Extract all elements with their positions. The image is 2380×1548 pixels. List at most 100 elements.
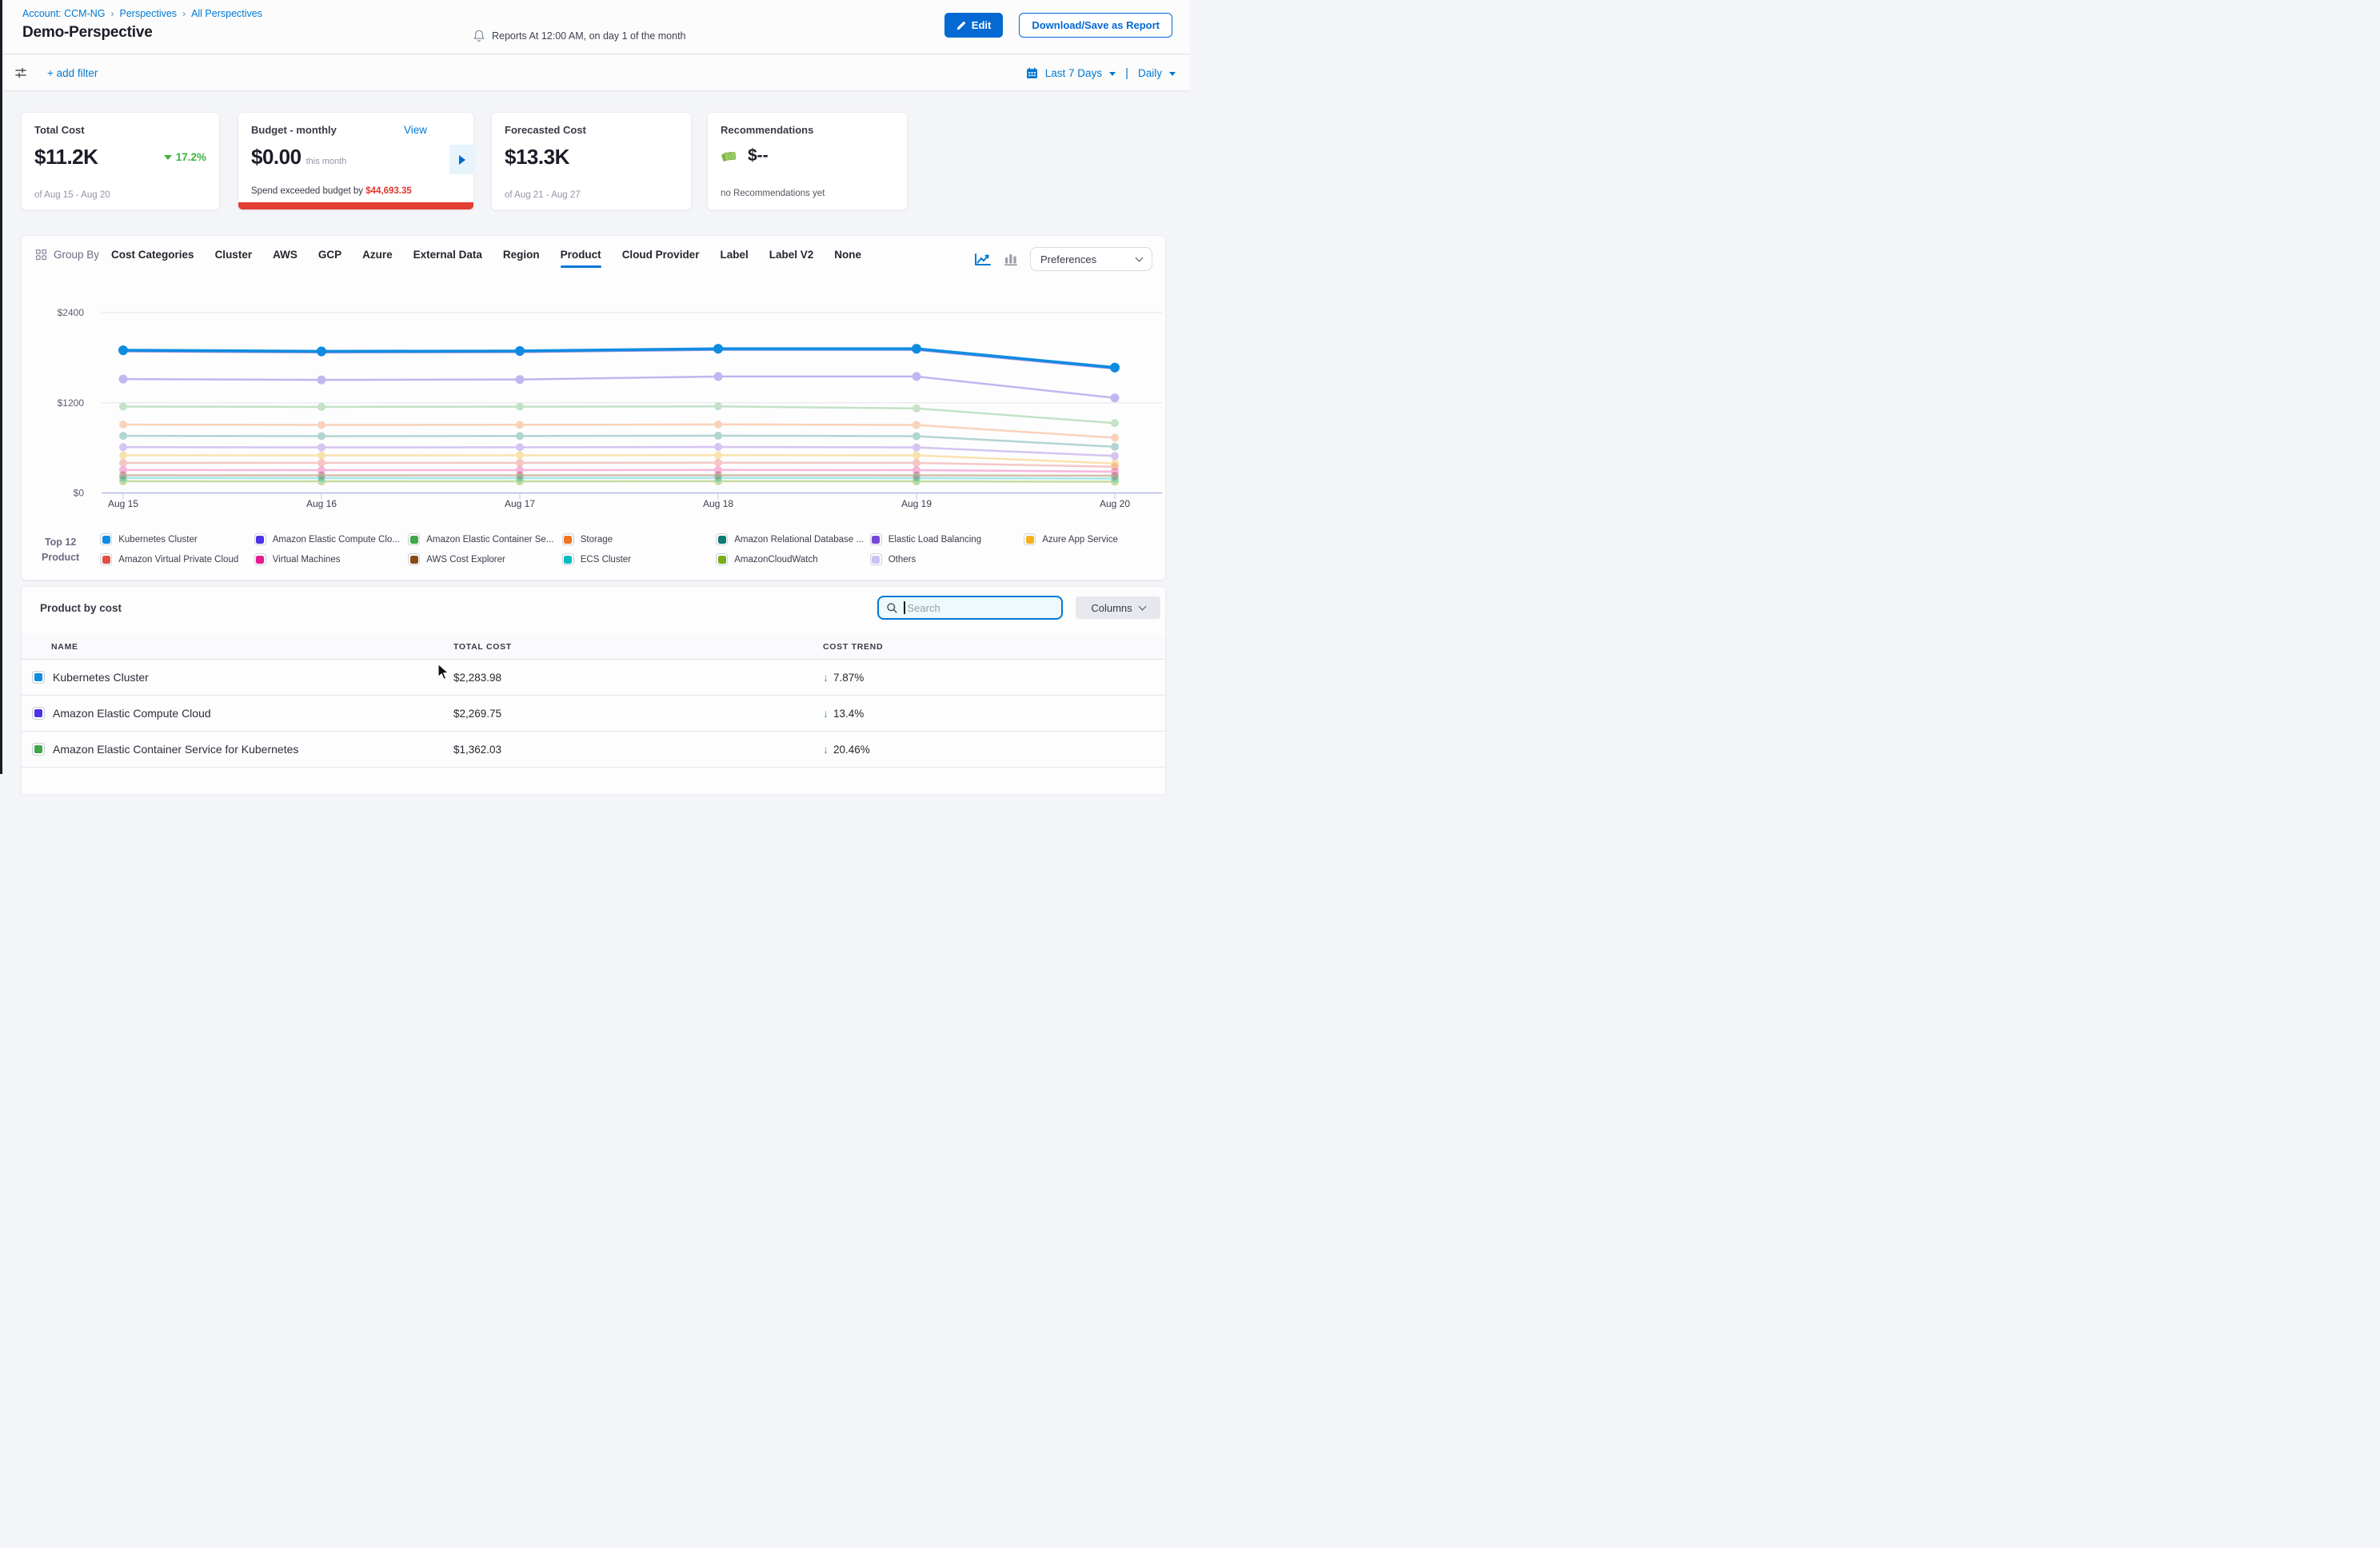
recommendations-card: Recommendations $-- no Recommendations y…	[707, 112, 908, 210]
filter-sliders-icon[interactable]	[14, 66, 27, 79]
legend-item-elastic-load-balancing[interactable]: Elastic Load Balancing	[870, 533, 1024, 545]
recommendations-value: $--	[748, 146, 769, 166]
data-point	[119, 451, 127, 459]
legend-item-azure-app-service[interactable]: Azure App Service	[1024, 533, 1178, 545]
budget-expand-button[interactable]	[449, 145, 475, 174]
chart-series-amazon-virtual-private-cloud	[119, 459, 1119, 471]
legend-label: Virtual Machines	[273, 555, 341, 565]
tab-none[interactable]: None	[834, 246, 861, 267]
total-cost-card: Total Cost $11.2K 17.2% of Aug 15 - Aug …	[21, 112, 220, 210]
total-cost-cell: $2,269.75	[453, 708, 823, 720]
data-point	[317, 459, 325, 467]
legend-swatch	[870, 553, 882, 565]
legend-item-kubernetes-cluster[interactable]: Kubernetes Cluster	[100, 533, 254, 545]
breadcrumb-all-perspectives-link[interactable]: All Perspectives	[191, 8, 262, 19]
data-point	[714, 421, 722, 429]
data-point	[317, 421, 325, 429]
edit-button-label: Edit	[972, 19, 992, 31]
forecasted-cost-label: Forecasted Cost	[505, 124, 678, 136]
line-chart-toggle-icon[interactable]	[974, 252, 992, 267]
download-button-label: Download/Save as Report	[1032, 19, 1160, 31]
columns-button[interactable]: Columns	[1076, 596, 1160, 619]
bar-chart-toggle-icon[interactable]	[1004, 252, 1018, 266]
tab-gcp[interactable]: GCP	[318, 246, 341, 267]
page-header: Account: CCM-NG › Perspectives › All Per…	[2, 0, 1190, 54]
download-save-report-button[interactable]: Download/Save as Report	[1019, 13, 1172, 38]
data-point	[713, 344, 723, 353]
column-header-name[interactable]: NAME	[22, 642, 453, 652]
legend-item-others[interactable]: Others	[870, 553, 1024, 565]
data-point	[912, 474, 920, 482]
data-point	[317, 349, 325, 357]
legend-swatch	[1024, 533, 1036, 545]
budget-exceeded-amount: $44,693.35	[365, 186, 412, 196]
date-range-dropdown[interactable]: Last 7 Days	[1045, 67, 1102, 79]
search-input[interactable]	[905, 602, 1055, 614]
group-by-row: Group By Cost CategoriesClusterAWSGCPAzu…	[35, 246, 1152, 271]
legend-item-storage[interactable]: Storage	[562, 533, 717, 545]
legend-item-amazon-elastic-container-se[interactable]: Amazon Elastic Container Se...	[408, 533, 562, 545]
column-header-cost-trend[interactable]: COST TREND	[823, 642, 1165, 652]
row-color-swatch	[32, 743, 45, 756]
chevron-down-icon[interactable]	[1109, 72, 1116, 76]
column-header-total-cost[interactable]: TOTAL COST	[453, 642, 823, 652]
legend-label: Amazon Elastic Compute Clo...	[273, 535, 400, 545]
tab-label-v2[interactable]: Label V2	[769, 246, 814, 267]
tab-cost-categories[interactable]: Cost Categories	[111, 246, 194, 267]
legend-item-amazon-virtual-private-cloud[interactable]: Amazon Virtual Private Cloud	[100, 553, 254, 565]
breadcrumb-perspectives-link[interactable]: Perspectives	[120, 8, 178, 19]
data-point	[912, 472, 920, 480]
chevron-down-icon	[1138, 602, 1146, 610]
edit-button[interactable]: Edit	[944, 13, 1004, 38]
data-point	[714, 459, 722, 467]
x-axis-tick-label: Aug 16	[306, 498, 337, 509]
data-point	[317, 466, 325, 474]
legend-item-amazon-elastic-compute-clo[interactable]: Amazon Elastic Compute Clo...	[254, 533, 409, 545]
legend-label: AmazonCloudWatch	[734, 555, 817, 565]
product-name: Amazon Elastic Compute Cloud	[53, 707, 211, 720]
breadcrumb-account-link[interactable]: Account: CCM-NG	[22, 8, 106, 19]
legend-item-virtual-machines[interactable]: Virtual Machines	[254, 553, 409, 565]
table-row-amazon-elastic-compute-cloud[interactable]: Amazon Elastic Compute Cloud$2,269.75↓13…	[22, 696, 1165, 732]
legend-item-amazoncloudwatch[interactable]: AmazonCloudWatch	[716, 553, 870, 565]
add-filter-button[interactable]: + add filter	[47, 67, 98, 79]
y-axis-tick-label: $2400	[58, 307, 85, 318]
chart-series-elastic-load-balancing	[119, 443, 1119, 460]
granularity-dropdown[interactable]: Daily	[1138, 67, 1162, 79]
tab-cloud-provider[interactable]: Cloud Provider	[622, 246, 700, 267]
tab-product[interactable]: Product	[561, 246, 601, 267]
arrow-right-icon	[459, 155, 465, 165]
data-point	[317, 477, 325, 485]
chart-series-virtual-machines	[119, 466, 1119, 476]
breadcrumb: Account: CCM-NG › Perspectives › All Per…	[22, 8, 262, 19]
product-by-cost-panel: Product by cost Columns NAME TOTAL COST …	[21, 586, 1166, 794]
chart-series-others	[119, 372, 1120, 402]
data-point	[714, 443, 722, 451]
page-title: Demo-Perspective	[22, 24, 262, 42]
tab-aws[interactable]: AWS	[273, 246, 298, 267]
data-point	[516, 432, 524, 440]
tab-azure[interactable]: Azure	[362, 246, 393, 267]
tab-external-data[interactable]: External Data	[413, 246, 482, 267]
table-row-kubernetes-cluster[interactable]: Kubernetes Cluster$2,283.98↓7.87%	[22, 660, 1165, 696]
budget-view-link[interactable]: View	[404, 124, 427, 136]
legend-item-aws-cost-explorer[interactable]: AWS Cost Explorer	[408, 553, 562, 565]
table-row-amazon-elastic-container-service-for-kubernetes[interactable]: Amazon Elastic Container Service for Kub…	[22, 732, 1165, 768]
legend-label: Amazon Relational Database ...	[734, 535, 864, 545]
chevron-down-icon[interactable]	[1169, 72, 1176, 76]
tab-label[interactable]: Label	[720, 246, 748, 267]
grid-icon	[35, 249, 47, 261]
chart-series-ecs-cluster	[119, 474, 1119, 483]
tab-cluster[interactable]: Cluster	[215, 246, 253, 267]
legend-item-amazon-relational-database[interactable]: Amazon Relational Database ...	[716, 533, 870, 545]
legend-item-ecs-cluster[interactable]: ECS Cluster	[562, 553, 717, 565]
preferences-select[interactable]: Preferences	[1030, 247, 1152, 271]
budget-exceeded-alert: Spend exceeded budget by $44,693.35	[251, 186, 412, 196]
chevron-down-icon	[1136, 253, 1144, 261]
legend-label: AWS Cost Explorer	[426, 555, 505, 565]
data-point	[1110, 363, 1120, 373]
data-point	[912, 372, 921, 381]
legend-label: Amazon Elastic Container Se...	[426, 535, 553, 545]
tab-region[interactable]: Region	[503, 246, 540, 267]
data-point	[714, 372, 723, 381]
